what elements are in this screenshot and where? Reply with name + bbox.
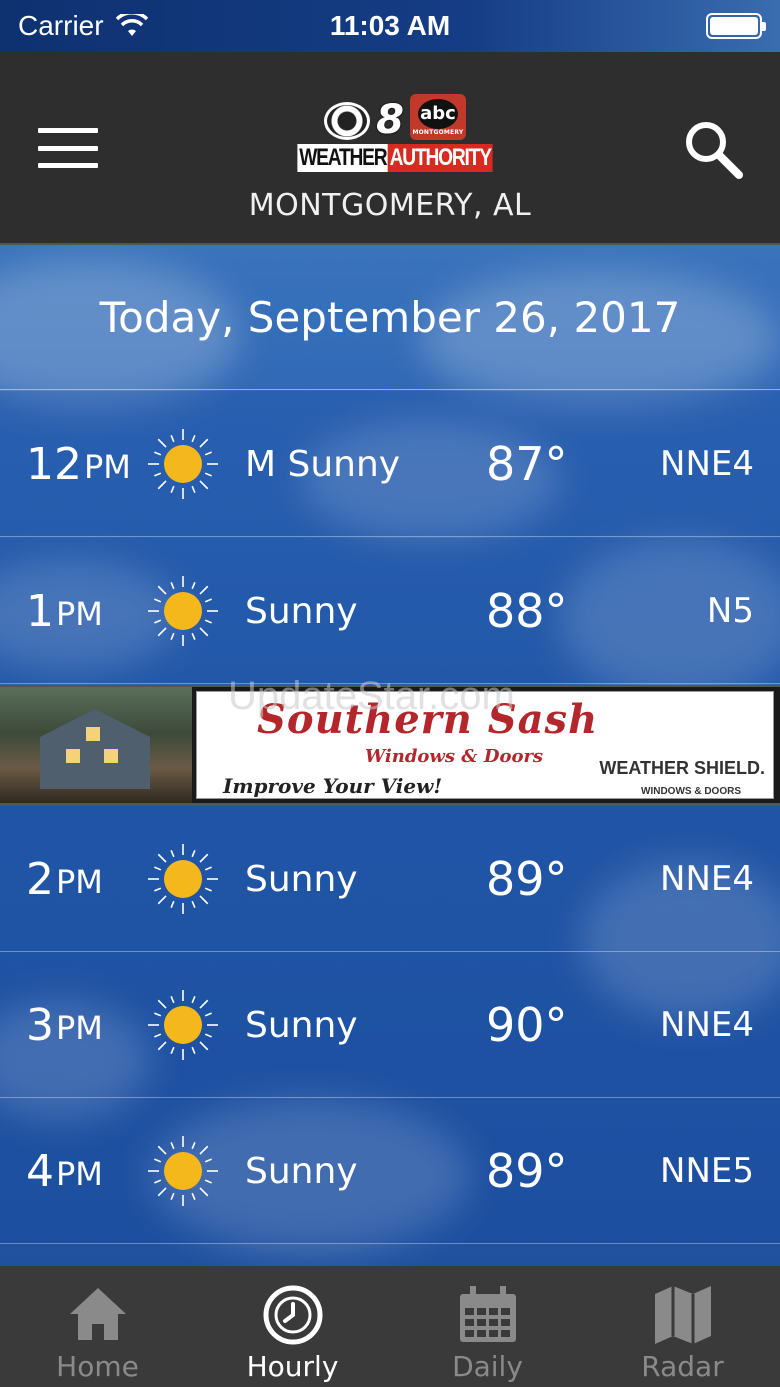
tab-hourly[interactable]: Hourly [195, 1266, 390, 1387]
temperature-label: 89° [486, 1144, 568, 1198]
temperature-label: 89° [486, 852, 568, 906]
condition-label: Sunny [245, 590, 358, 632]
hourly-row[interactable]: 2 PM Sunny 89° NNE4 [0, 806, 780, 952]
clock-icon [263, 1285, 322, 1345]
tab-daily[interactable]: Daily [390, 1266, 585, 1387]
wind-label: N5 [706, 591, 754, 631]
ad-house-image [0, 687, 192, 803]
hour-label: 3 PM [26, 952, 103, 1098]
hour-label: 12 PM [26, 391, 131, 537]
battery-icon [706, 13, 766, 39]
location-label: MONTGOMERY, AL [248, 188, 532, 223]
tab-bar: Home Hourly Daily Radar [0, 1266, 780, 1387]
ad-tagline: Improve Your View! [223, 774, 443, 798]
ad-brand: WEATHER SHIELD. [599, 758, 765, 778]
hour-value: 3 [26, 999, 54, 1051]
tab-home[interactable]: Home [0, 1266, 195, 1387]
wind-label: NNE4 [660, 859, 754, 899]
station-logo: 8 abc MONTGOMERY WEATHER AUTHORITY [297, 92, 493, 176]
temperature-label: 88° [486, 584, 568, 638]
logo-channel: 8 [376, 97, 404, 143]
sun-icon [148, 844, 218, 914]
abc-logo: abc MONTGOMERY [409, 94, 466, 140]
sun-icon [148, 429, 218, 499]
hour-value: 1 [26, 585, 54, 637]
carrier-label: Carrier [18, 10, 104, 41]
condition-label: Sunny [245, 1004, 358, 1046]
date-heading-text: Today, September 26, 2017 [99, 293, 681, 342]
wind-label: NNE4 [660, 444, 754, 484]
hour-value: 12 [26, 438, 82, 490]
hour-value: 2 [26, 853, 54, 905]
abc-logo-text: abc [417, 98, 458, 129]
status-bar: Carrier 11:03 AM [0, 0, 780, 52]
wind-label: NNE5 [660, 1151, 754, 1191]
home-icon [69, 1288, 126, 1340]
tab-label: Hourly [246, 1350, 339, 1383]
temperature-label: 90° [486, 998, 568, 1052]
logo-text-authority: AUTHORITY [388, 144, 493, 172]
date-heading: Today, September 26, 2017 [0, 246, 780, 390]
wifi-icon [115, 14, 148, 36]
hour-label: 2 PM [26, 806, 103, 952]
condition-label: M Sunny [245, 443, 401, 485]
app-header: 8 abc MONTGOMERY WEATHER AUTHORITY MONTGO… [0, 52, 780, 245]
hour-period: PM [56, 1155, 103, 1193]
tab-label: Radar [641, 1350, 724, 1383]
abc-logo-sub: MONTGOMERY [412, 128, 464, 136]
cbs-eye-icon [324, 102, 371, 140]
hourly-row[interactable]: 12 PM M Sunny 87° NNE4 [0, 391, 780, 537]
tab-radar[interactable]: Radar [585, 1266, 780, 1387]
condition-label: Sunny [245, 858, 358, 900]
hour-period: PM [56, 595, 103, 633]
hourly-row[interactable]: 1 PM Sunny 88° N5 [0, 538, 780, 684]
sun-icon [148, 990, 218, 1060]
wind-label: NNE4 [660, 1005, 754, 1045]
ad-title: Southern Sash [257, 696, 599, 743]
hour-period: PM [84, 448, 131, 486]
hourly-row[interactable]: 4 PM Sunny 89° NNE5 [0, 1098, 780, 1244]
condition-label: Sunny [245, 1150, 358, 1192]
menu-button[interactable] [38, 128, 98, 168]
map-icon [654, 1286, 711, 1344]
hour-value: 4 [26, 1145, 54, 1197]
temperature-label: 87° [486, 437, 568, 491]
hourly-row[interactable]: 3 PM Sunny 90° NNE4 [0, 952, 780, 1098]
ad-banner[interactable]: Southern Sash Windows & Doors Improve Yo… [0, 685, 780, 805]
hour-label: 1 PM [26, 538, 103, 684]
sun-icon [148, 1136, 218, 1206]
search-icon[interactable] [682, 118, 744, 180]
status-left: Carrier [18, 10, 148, 42]
sun-icon [148, 576, 218, 646]
tab-label: Home [56, 1350, 139, 1383]
tab-label: Daily [452, 1350, 523, 1383]
hour-period: PM [56, 863, 103, 901]
ad-brand-sub: WINDOWS & DOORS [641, 786, 741, 797]
ad-subtitle: Windows & Doors [365, 746, 544, 767]
logo-text-weather: WEATHER [297, 144, 389, 172]
hour-period: PM [56, 1009, 103, 1047]
ad-content: Southern Sash Windows & Doors Improve Yo… [196, 691, 774, 799]
hour-label: 4 PM [26, 1098, 103, 1244]
calendar-icon [459, 1286, 516, 1342]
